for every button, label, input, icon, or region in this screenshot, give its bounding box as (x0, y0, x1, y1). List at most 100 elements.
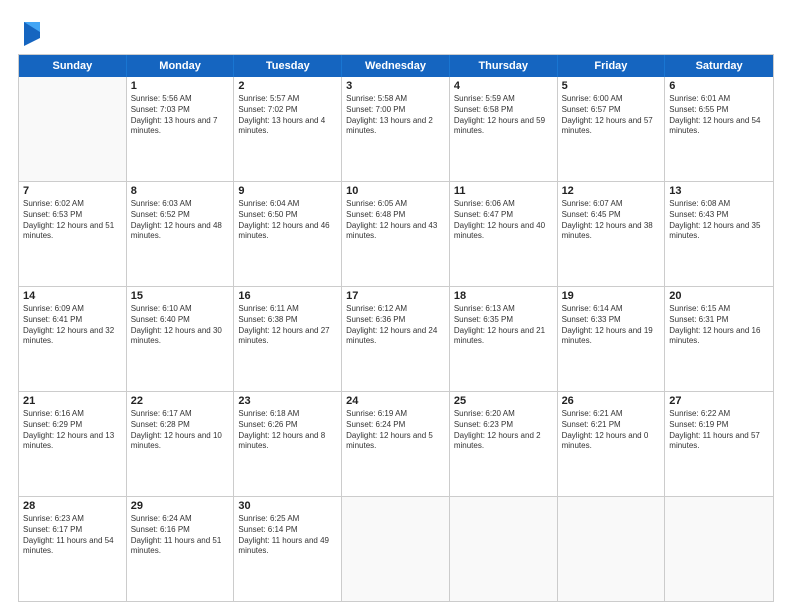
cell-info: Sunrise: 6:00 AM Sunset: 6:57 PM Dayligh… (562, 94, 661, 137)
cell-info: Sunrise: 6:13 AM Sunset: 6:35 PM Dayligh… (454, 304, 553, 347)
cell-info: Sunrise: 6:03 AM Sunset: 6:52 PM Dayligh… (131, 199, 230, 242)
table-row: 23 Sunrise: 6:18 AM Sunset: 6:26 PM Dayli… (234, 392, 342, 496)
table-row: 29 Sunrise: 6:24 AM Sunset: 6:16 PM Dayli… (127, 497, 235, 601)
table-row (450, 497, 558, 601)
cell-info: Sunrise: 6:16 AM Sunset: 6:29 PM Dayligh… (23, 409, 122, 452)
cell-info: Sunrise: 6:07 AM Sunset: 6:45 PM Dayligh… (562, 199, 661, 242)
day-number: 3 (346, 80, 445, 92)
day-number: 12 (562, 185, 661, 197)
day-number: 27 (669, 395, 769, 407)
day-number: 25 (454, 395, 553, 407)
cell-info: Sunrise: 6:12 AM Sunset: 6:36 PM Dayligh… (346, 304, 445, 347)
header-tuesday: Tuesday (234, 55, 342, 77)
week-row-4: 28Sunrise: 6:23 AM Sunset: 6:17 PM Dayli… (19, 497, 773, 601)
cell-info: Sunrise: 5:57 AM Sunset: 7:02 PM Dayligh… (238, 94, 337, 137)
table-row: 11 Sunrise: 6:06 AM Sunset: 6:47 PM Dayli… (450, 182, 558, 286)
day-number: 23 (238, 395, 337, 407)
cell-info: Sunrise: 6:17 AM Sunset: 6:28 PM Dayligh… (131, 409, 230, 452)
table-row: 10Sunrise: 6:05 AM Sunset: 6:48 PM Dayli… (342, 182, 450, 286)
table-row: 13 Sunrise: 6:08 AM Sunset: 6:43 PM Dayli… (665, 182, 773, 286)
day-number: 7 (23, 185, 122, 197)
cell-info: Sunrise: 6:18 AM Sunset: 6:26 PM Dayligh… (238, 409, 337, 452)
cell-info: Sunrise: 6:11 AM Sunset: 6:38 PM Dayligh… (238, 304, 337, 347)
table-row: 1 Sunrise: 5:56 AM Sunset: 7:03 PM Daylig… (127, 77, 235, 181)
day-number: 20 (669, 290, 769, 302)
table-row: 9 Sunrise: 6:04 AM Sunset: 6:50 PM Daylig… (234, 182, 342, 286)
cell-info: Sunrise: 6:22 AM Sunset: 6:19 PM Dayligh… (669, 409, 769, 452)
table-row: 18 Sunrise: 6:13 AM Sunset: 6:35 PM Dayli… (450, 287, 558, 391)
cell-info: Sunrise: 5:56 AM Sunset: 7:03 PM Dayligh… (131, 94, 230, 137)
table-row (665, 497, 773, 601)
header-wednesday: Wednesday (342, 55, 450, 77)
table-row (558, 497, 666, 601)
table-row: 28Sunrise: 6:23 AM Sunset: 6:17 PM Dayli… (19, 497, 127, 601)
cell-info: Sunrise: 5:58 AM Sunset: 7:00 PM Dayligh… (346, 94, 445, 137)
day-number: 21 (23, 395, 122, 407)
logo (18, 18, 42, 46)
day-number: 9 (238, 185, 337, 197)
cell-info: Sunrise: 6:25 AM Sunset: 6:14 PM Dayligh… (238, 514, 337, 557)
header-thursday: Thursday (450, 55, 558, 77)
day-number: 10 (346, 185, 445, 197)
cell-info: Sunrise: 6:15 AM Sunset: 6:31 PM Dayligh… (669, 304, 769, 347)
cell-info: Sunrise: 6:09 AM Sunset: 6:41 PM Dayligh… (23, 304, 122, 347)
day-number: 30 (238, 500, 337, 512)
table-row: 6Sunrise: 6:01 AM Sunset: 6:55 PM Daylig… (665, 77, 773, 181)
day-number: 2 (238, 80, 337, 92)
page: Sunday Monday Tuesday Wednesday Thursday… (0, 0, 792, 612)
table-row: 20 Sunrise: 6:15 AM Sunset: 6:31 PM Dayli… (665, 287, 773, 391)
day-number: 13 (669, 185, 769, 197)
header-sunday: Sunday (19, 55, 127, 77)
day-number: 16 (238, 290, 337, 302)
table-row (19, 77, 127, 181)
cell-info: Sunrise: 5:59 AM Sunset: 6:58 PM Dayligh… (454, 94, 553, 137)
cell-info: Sunrise: 6:06 AM Sunset: 6:47 PM Dayligh… (454, 199, 553, 242)
day-number: 4 (454, 80, 553, 92)
header-monday: Monday (127, 55, 235, 77)
day-number: 17 (346, 290, 445, 302)
cell-info: Sunrise: 6:02 AM Sunset: 6:53 PM Dayligh… (23, 199, 122, 242)
top-section (18, 18, 774, 46)
week-row-0: 1 Sunrise: 5:56 AM Sunset: 7:03 PM Daylig… (19, 77, 773, 182)
cell-info: Sunrise: 6:04 AM Sunset: 6:50 PM Dayligh… (238, 199, 337, 242)
calendar-header: Sunday Monday Tuesday Wednesday Thursday… (19, 55, 773, 77)
table-row: 21 Sunrise: 6:16 AM Sunset: 6:29 PM Dayli… (19, 392, 127, 496)
cell-info: Sunrise: 6:21 AM Sunset: 6:21 PM Dayligh… (562, 409, 661, 452)
table-row: 24 Sunrise: 6:19 AM Sunset: 6:24 PM Dayli… (342, 392, 450, 496)
cell-info: Sunrise: 6:19 AM Sunset: 6:24 PM Dayligh… (346, 409, 445, 452)
cell-info: Sunrise: 6:01 AM Sunset: 6:55 PM Dayligh… (669, 94, 769, 137)
table-row: 16 Sunrise: 6:11 AM Sunset: 6:38 PM Dayli… (234, 287, 342, 391)
cell-info: Sunrise: 6:20 AM Sunset: 6:23 PM Dayligh… (454, 409, 553, 452)
cell-info: Sunrise: 6:14 AM Sunset: 6:33 PM Dayligh… (562, 304, 661, 347)
week-row-3: 21 Sunrise: 6:16 AM Sunset: 6:29 PM Dayli… (19, 392, 773, 497)
day-number: 18 (454, 290, 553, 302)
day-number: 22 (131, 395, 230, 407)
table-row: 7 Sunrise: 6:02 AM Sunset: 6:53 PM Daylig… (19, 182, 127, 286)
table-row: 3 Sunrise: 5:58 AM Sunset: 7:00 PM Daylig… (342, 77, 450, 181)
table-row: 12 Sunrise: 6:07 AM Sunset: 6:45 PM Dayli… (558, 182, 666, 286)
table-row: 4 Sunrise: 5:59 AM Sunset: 6:58 PM Daylig… (450, 77, 558, 181)
header-friday: Friday (558, 55, 666, 77)
day-number: 11 (454, 185, 553, 197)
day-number: 5 (562, 80, 661, 92)
day-number: 1 (131, 80, 230, 92)
table-row: 15Sunrise: 6:10 AM Sunset: 6:40 PM Dayli… (127, 287, 235, 391)
day-number: 24 (346, 395, 445, 407)
day-number: 14 (23, 290, 122, 302)
table-row: 8 Sunrise: 6:03 AM Sunset: 6:52 PM Daylig… (127, 182, 235, 286)
calendar: Sunday Monday Tuesday Wednesday Thursday… (18, 54, 774, 602)
day-number: 8 (131, 185, 230, 197)
calendar-body: 1 Sunrise: 5:56 AM Sunset: 7:03 PM Daylig… (19, 77, 773, 601)
day-number: 29 (131, 500, 230, 512)
table-row: 19Sunrise: 6:14 AM Sunset: 6:33 PM Dayli… (558, 287, 666, 391)
table-row: 17 Sunrise: 6:12 AM Sunset: 6:36 PM Dayli… (342, 287, 450, 391)
day-number: 26 (562, 395, 661, 407)
table-row: 26 Sunrise: 6:21 AM Sunset: 6:21 PM Dayli… (558, 392, 666, 496)
logo-icon (20, 18, 42, 46)
table-row: 30 Sunrise: 6:25 AM Sunset: 6:14 PM Dayli… (234, 497, 342, 601)
table-row: 5 Sunrise: 6:00 AM Sunset: 6:57 PM Daylig… (558, 77, 666, 181)
table-row (342, 497, 450, 601)
header-saturday: Saturday (665, 55, 773, 77)
cell-info: Sunrise: 6:24 AM Sunset: 6:16 PM Dayligh… (131, 514, 230, 557)
cell-info: Sunrise: 6:08 AM Sunset: 6:43 PM Dayligh… (669, 199, 769, 242)
